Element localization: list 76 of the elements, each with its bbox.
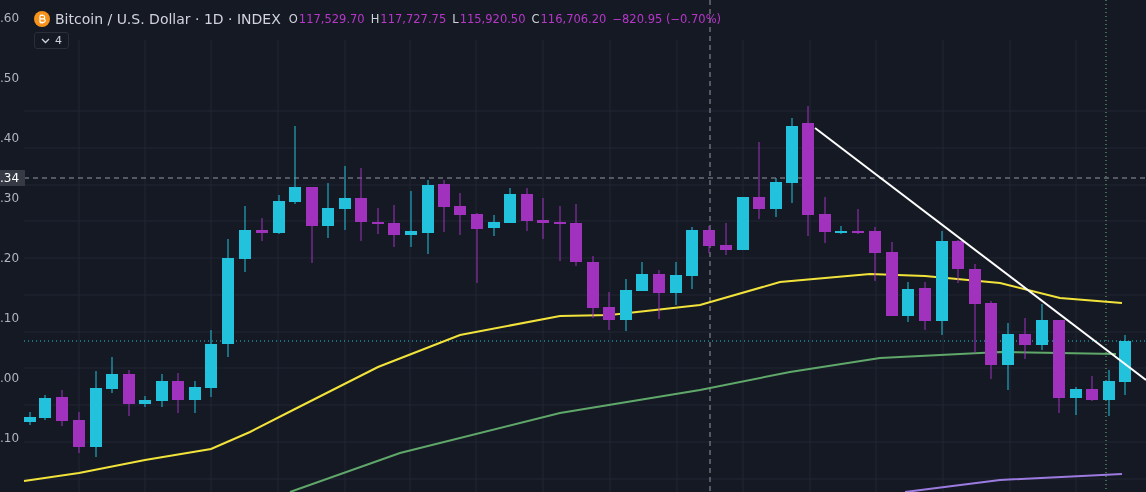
trend-line[interactable] [814,127,1146,381]
candlestick [488,214,500,237]
candlestick [670,261,682,306]
candlestick [56,389,68,427]
candlestick [1103,369,1115,417]
candlestick [1070,386,1082,416]
candlestick [1036,303,1048,351]
candlestick [1086,375,1098,402]
candlestick [737,196,749,251]
crosshair-price-label: .34 [0,170,26,186]
candlestick [620,278,632,332]
ohlc-label: C [531,12,540,26]
price-axis-label: .60 [0,10,20,26]
price-change: −820.95 (−0.70%) [612,12,722,26]
indicators-toggle-button[interactable]: 4 [34,32,69,49]
candlestick [653,269,665,320]
ohlc-label: H [370,12,380,26]
ohlc-value: 116,706.20 [540,12,607,26]
candlestick [454,192,466,236]
candlestick [339,165,351,231]
ohlc-value: 117,727.75 [380,12,447,26]
candlestick [189,380,201,414]
candlestick [372,207,384,235]
candlestick [603,291,615,331]
candlestick [73,411,85,454]
candlestick [770,177,782,218]
ohlc-label: O [288,12,298,26]
price-axis-label: .10 [0,430,20,446]
candlestick [139,395,151,408]
candlestick [703,225,715,254]
price-axis-label: .30 [0,190,20,206]
candlestick [852,208,864,235]
candlestick [273,194,285,235]
candlestick [172,372,184,414]
candlestick [869,226,881,282]
candlestick [902,281,914,323]
candlestick [388,204,400,248]
candlestick [537,197,549,240]
candlestick [471,212,483,284]
candlestick [819,196,831,244]
price-axis-label: .10 [0,310,20,326]
candlestick [835,225,847,235]
candlestick [123,369,135,417]
candlestick [554,205,566,262]
candlestick [438,179,450,233]
symbol-title[interactable]: Bitcoin / U.S. Dollar · 1D · INDEX [55,11,281,27]
candlestick [24,411,36,426]
candlestick [239,205,251,273]
candlestick [919,281,931,331]
candlestick [156,373,168,408]
candlestick [521,187,533,232]
candlestick [205,329,217,398]
ohlc-value: 115,920.50 [459,12,526,26]
price-axis-label: .50 [0,70,20,86]
ohlc-label: L [452,12,459,26]
candlestick [106,356,118,394]
candlestick [504,187,516,224]
candlestick [1119,334,1131,396]
chevron-down-icon [41,37,50,44]
coin-icon [34,11,50,27]
candlestick [1019,317,1031,360]
candlestick [405,190,417,248]
candlestick [1002,322,1014,391]
candlestick [686,226,698,290]
candlestick [39,394,51,421]
candlestick [720,222,732,256]
candlestick [256,217,268,242]
ohlc-value: 117,529.70 [298,12,365,26]
candlestick [636,261,648,292]
candlestick [952,239,964,284]
candlestick [570,203,582,267]
candlestick [587,255,599,319]
candlestick [322,182,334,239]
price-axis-label: .20 [0,250,20,266]
price-axis-label: .40 [0,130,20,146]
price-axis-label: .00 [0,370,20,386]
